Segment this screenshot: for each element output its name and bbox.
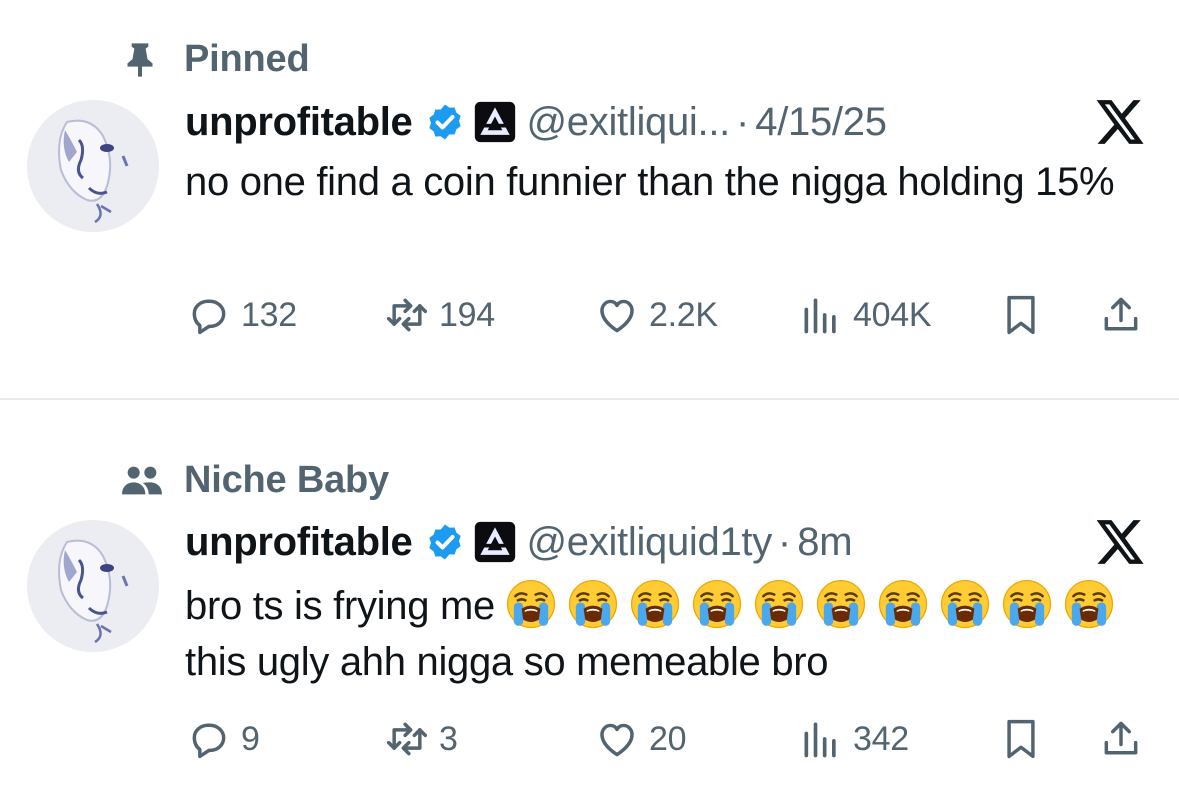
views-count: 342 <box>853 719 909 758</box>
reply-button[interactable]: 132 <box>185 290 297 340</box>
verified-badge-icon[interactable] <box>425 102 465 142</box>
timestamp[interactable]: 4/15/25 <box>755 100 887 145</box>
loudly-crying-face-emoji <box>568 579 618 629</box>
loudly-crying-face-emoji <box>1064 579 1114 629</box>
loudly-crying-face-emoji <box>630 579 680 629</box>
tweet-text: no one find a coin funnier than the nigg… <box>185 160 1115 204</box>
reply-count: 9 <box>241 719 260 758</box>
views-button[interactable]: 404K <box>797 290 932 340</box>
community-label[interactable]: Niche Baby <box>184 459 389 502</box>
views-icon <box>797 291 845 339</box>
tweet-actions: 9 3 20 342 <box>185 714 1155 764</box>
timestamp[interactable]: 8m <box>797 520 852 565</box>
repost-count: 194 <box>439 295 495 334</box>
bookmark-button[interactable] <box>997 714 1045 764</box>
like-count: 20 <box>649 719 687 758</box>
tweet-text-tail: this ugly ahh nigga so memeable bro <box>185 640 829 684</box>
loudly-crying-face-emoji <box>506 579 556 629</box>
tweet-actions: 132 194 2.2K 404K <box>185 290 1155 340</box>
tweet-header: unprofitable @exitliquid1ty · 8m <box>185 514 853 570</box>
bookmark-button[interactable] <box>997 290 1045 340</box>
author-name[interactable]: unprofitable <box>185 100 413 145</box>
share-icon <box>1097 291 1145 339</box>
heart-icon <box>593 715 641 763</box>
share-button[interactable] <box>1097 290 1145 340</box>
bookmark-icon <box>997 715 1045 763</box>
affiliate-badge-icon[interactable] <box>473 520 517 564</box>
repost-count: 3 <box>439 719 458 758</box>
emoji-group <box>506 579 1126 629</box>
tweet-text: bro ts is frying me this ugly ahh nigga … <box>185 578 1145 690</box>
affiliate-badge-icon[interactable] <box>473 100 517 144</box>
loudly-crying-face-emoji <box>940 579 990 629</box>
tweet-context: Niche Baby <box>120 459 389 502</box>
reply-count: 132 <box>241 295 297 334</box>
repost-icon <box>383 291 431 339</box>
avatar[interactable] <box>27 100 159 232</box>
community-icon <box>120 461 172 501</box>
views-button[interactable]: 342 <box>797 714 909 764</box>
like-count: 2.2K <box>649 295 718 334</box>
pin-icon <box>120 40 172 80</box>
x-logo-icon <box>1093 518 1147 566</box>
loudly-crying-face-emoji <box>1002 579 1052 629</box>
tweet-header: unprofitable @exitliqui... · 4/15/25 <box>185 94 887 150</box>
share-button[interactable] <box>1097 714 1145 764</box>
tweet[interactable]: Niche Baby unprofitable @exitliquid1ty ·… <box>0 400 1179 803</box>
loudly-crying-face-emoji <box>692 579 742 629</box>
x-logo-icon <box>1093 98 1147 146</box>
repost-icon <box>383 715 431 763</box>
repost-button[interactable]: 3 <box>383 714 458 764</box>
author-handle[interactable]: @exitliqui... <box>527 100 731 145</box>
views-icon <box>797 715 845 763</box>
like-button[interactable]: 2.2K <box>593 290 718 340</box>
views-count: 404K <box>853 295 932 334</box>
tweet-context: Pinned <box>120 38 310 81</box>
loudly-crying-face-emoji <box>878 579 928 629</box>
loudly-crying-face-emoji <box>754 579 804 629</box>
like-button[interactable]: 20 <box>593 714 687 764</box>
repost-button[interactable]: 194 <box>383 290 495 340</box>
heart-icon <box>593 291 641 339</box>
pinned-tweet[interactable]: Pinned unprofitable @exitliqui... · 4/15… <box>0 0 1179 398</box>
share-icon <box>1097 715 1145 763</box>
author-name[interactable]: unprofitable <box>185 520 413 565</box>
reply-icon <box>185 291 233 339</box>
context-label: Pinned <box>184 38 310 80</box>
separator: · <box>777 519 792 564</box>
reply-button[interactable]: 9 <box>185 714 260 764</box>
loudly-crying-face-emoji <box>816 579 866 629</box>
separator: · <box>735 99 750 144</box>
author-handle[interactable]: @exitliquid1ty <box>527 520 773 565</box>
verified-badge-icon[interactable] <box>425 522 465 562</box>
avatar[interactable] <box>27 520 159 652</box>
bookmark-icon <box>997 291 1045 339</box>
tweet-text-lead: bro ts is frying me <box>185 584 495 628</box>
reply-icon <box>185 715 233 763</box>
